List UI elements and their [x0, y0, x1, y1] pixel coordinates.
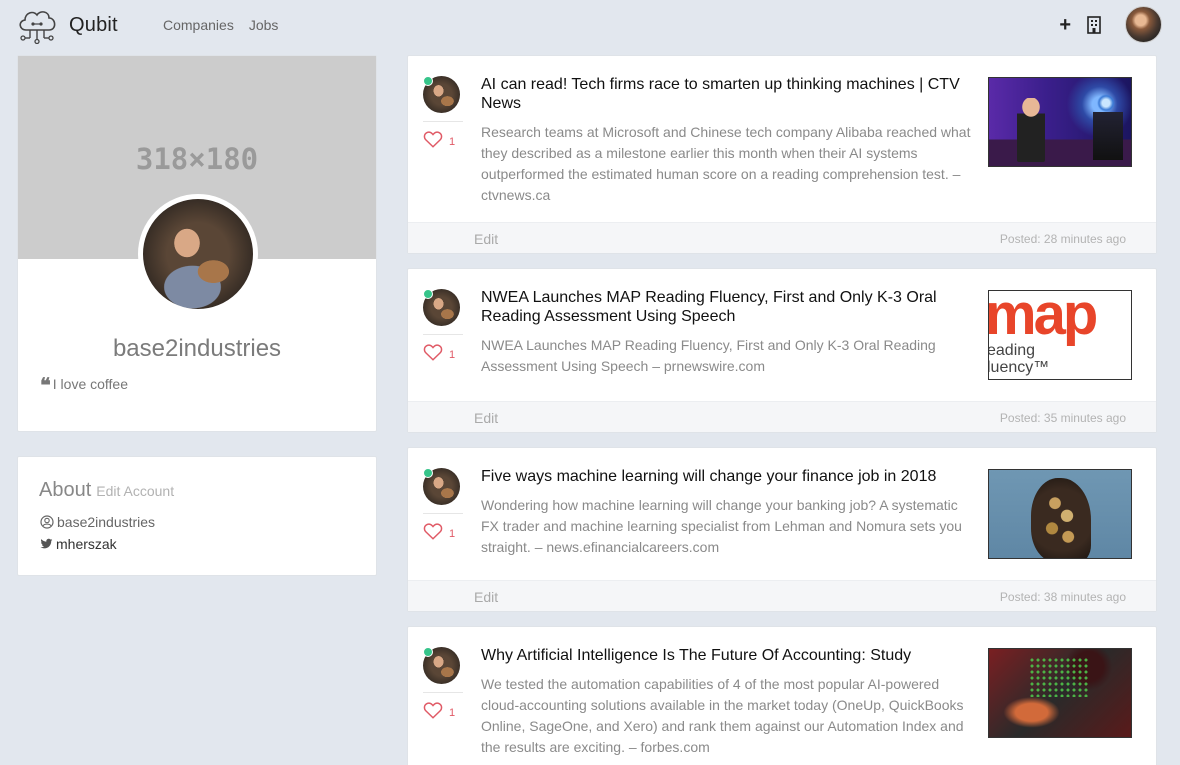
- online-status-dot: [423, 468, 433, 478]
- thumbnail-pattern: [1029, 657, 1089, 697]
- divider: [423, 513, 463, 514]
- posted-time: Posted: 35 minutes ago: [999, 411, 1126, 425]
- nav-links: Companies Jobs: [163, 17, 293, 33]
- quote-icon: ❝: [40, 373, 51, 397]
- online-status-dot: [423, 647, 433, 657]
- post-title[interactable]: Why Artificial Intelligence Is The Futur…: [481, 646, 971, 665]
- like-button[interactable]: 1: [423, 522, 455, 540]
- edit-account-link[interactable]: Edit Account: [96, 483, 174, 499]
- post-footer: Edit Posted: 28 minutes ago: [408, 222, 1156, 253]
- about-username: base2industries: [57, 514, 156, 530]
- about-heading: About Edit Account: [39, 479, 174, 502]
- about-twitter-handle[interactable]: mherszak: [56, 536, 117, 552]
- post-footer: Edit Posted: 35 minutes ago: [408, 401, 1156, 432]
- nav-link-companies[interactable]: Companies: [163, 17, 234, 33]
- edit-post-link[interactable]: Edit: [474, 231, 498, 247]
- feed-post: 1 Why Artificial Intelligence Is The Fut…: [407, 626, 1157, 765]
- post-thumbnail[interactable]: [988, 77, 1132, 167]
- post-thumbnail[interactable]: [988, 469, 1132, 559]
- online-status-dot: [423, 289, 433, 299]
- post-thumbnail[interactable]: map eading luency™: [988, 290, 1132, 380]
- post-description: NWEA Launches MAP Reading Fluency, First…: [481, 337, 936, 374]
- about-twitter-row: mherszak: [40, 536, 117, 552]
- about-card: About Edit Account base2industries mhers…: [17, 456, 377, 576]
- like-count: 1: [449, 527, 456, 540]
- thumbnail-figure: [1017, 98, 1045, 162]
- thumbnail-map-text: map: [988, 290, 1098, 347]
- feed-post: 1 NWEA Launches MAP Reading Fluency, Fir…: [407, 268, 1157, 433]
- heart-icon: [423, 523, 443, 540]
- about-title: About: [39, 479, 92, 501]
- edit-post-link[interactable]: Edit: [474, 410, 498, 426]
- navbar: Qubit Companies Jobs +: [0, 0, 1180, 50]
- post-title[interactable]: Five ways machine learning will change y…: [481, 467, 971, 486]
- thumbnail-fluency-text: luency™: [988, 359, 1050, 376]
- divider: [423, 121, 463, 122]
- heart-icon: [423, 131, 443, 148]
- brand[interactable]: Qubit: [16, 6, 118, 44]
- posted-time: Posted: 28 minutes ago: [999, 232, 1126, 246]
- divider: [423, 334, 463, 335]
- profile-name: base2industries: [112, 335, 282, 362]
- like-button[interactable]: 1: [423, 343, 455, 361]
- heart-icon: [423, 344, 443, 361]
- feed-post: 1 AI can read! Tech firms race to smarte…: [407, 55, 1157, 254]
- thumbnail-podium: [1093, 112, 1123, 160]
- like-count: 1: [449, 348, 456, 361]
- plus-icon[interactable]: +: [1059, 15, 1071, 35]
- like-button[interactable]: 1: [423, 701, 455, 719]
- cloud-circuit-logo-icon: [19, 11, 56, 44]
- post-footer: Edit Posted: 38 minutes ago: [408, 580, 1156, 611]
- brand-name: Qubit: [69, 13, 118, 36]
- thumbnail-gear-head: [1031, 478, 1091, 558]
- user-avatar[interactable]: [1125, 6, 1162, 43]
- post-description: Research teams at Microsoft and Chinese …: [481, 124, 971, 203]
- twitter-icon: [40, 538, 53, 549]
- cover-placeholder-text: 318×180: [135, 141, 259, 176]
- profile-quote-text: I love coffee: [52, 376, 129, 392]
- posted-time: Posted: 38 minutes ago: [999, 590, 1126, 604]
- like-button[interactable]: 1: [423, 130, 455, 148]
- feed-post: 1 Five ways machine learning will change…: [407, 447, 1157, 612]
- online-status-dot: [423, 76, 433, 86]
- like-count: 1: [449, 706, 456, 719]
- about-username-row: base2industries: [40, 514, 155, 530]
- divider: [423, 692, 463, 693]
- post-title[interactable]: AI can read! Tech firms race to smarten …: [481, 75, 971, 113]
- post-title[interactable]: NWEA Launches MAP Reading Fluency, First…: [481, 288, 971, 326]
- heart-icon: [423, 702, 443, 719]
- thumbnail-logo: [1097, 94, 1115, 112]
- profile-card: 318×180 base2industries ❝ I love coffee: [17, 55, 377, 432]
- nav-right: +: [1059, 6, 1162, 43]
- building-icon[interactable]: [1087, 15, 1101, 34]
- profile-quote: ❝ I love coffee: [40, 373, 129, 397]
- post-thumbnail[interactable]: [988, 648, 1132, 738]
- user-circle-icon: [40, 515, 54, 529]
- post-description: Wondering how machine learning will chan…: [481, 497, 962, 555]
- like-count: 1: [449, 135, 456, 148]
- post-description: We tested the automation capabilities of…: [481, 676, 964, 755]
- profile-avatar: [138, 194, 258, 314]
- thumbnail-reading-text: eading: [988, 342, 1036, 359]
- nav-link-jobs[interactable]: Jobs: [249, 17, 279, 33]
- edit-post-link[interactable]: Edit: [474, 589, 498, 605]
